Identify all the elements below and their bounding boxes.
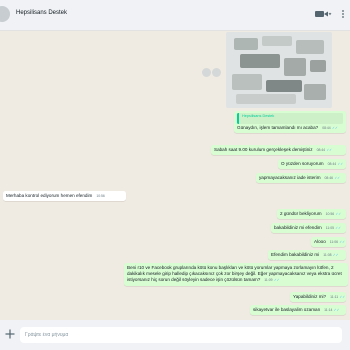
read-receipt-icon: ✓✓ [335,226,341,230]
message-list[interactable]: Hepsilisans Destek Günaydın, işlem tamam… [0,31,350,320]
read-receipt-icon: ✓✓ [326,148,333,152]
message-bubble[interactable]: Beni r10 ve Facebook gruplarında kötü ko… [124,263,348,286]
composer-bar [0,320,350,350]
contact-avatar[interactable] [0,6,10,22]
message-time: 08:44 [327,162,337,166]
message-time: 08:44 [316,148,326,152]
plus-icon[interactable] [4,328,16,340]
read-receipt-icon: ✓✓ [339,295,346,299]
message-text: Merhaba kontrol ediyorum hemen efendim [6,193,93,198]
message-time: 11:11 [330,295,339,299]
message-time: 11:08 [323,253,332,257]
message-bubble[interactable]: O yüzden soruyorum 08:44 ✓✓ [278,159,346,170]
read-receipt-icon: ✓✓ [334,176,340,180]
quoted-preview [242,119,340,123]
message-input[interactable] [20,327,342,343]
message-bubble[interactable]: sikayetvar ile baslayalim ozaman 11:14 ✓✓ [250,305,346,316]
read-receipt-icon: ✓✓ [339,240,345,244]
image-message[interactable] [226,32,332,108]
message-bubble[interactable]: Merhaba kontrol ediyorum hemen efendim 10… [3,191,126,202]
message-text: Alooo [314,239,326,244]
message-time: 11:14 [324,308,333,312]
message-text: Efendim bakabildiniz mi [271,252,320,257]
message-text: 2 gündür bekliyorum [280,211,322,216]
download-icon[interactable] [212,68,221,77]
message-bubble[interactable]: yapmayacaksanız iade isterim 08:46 ✓✓ [256,173,346,184]
message-bubble[interactable]: bakabildiniz mi efendim 11:05 ✓✓ [271,223,346,234]
menu-icon[interactable] [339,8,347,20]
read-receipt-icon: ✓✓ [333,308,340,312]
message-text: O yüzden soruyorum [281,161,324,166]
read-receipt-icon: ✓✓ [273,278,280,283]
message-bubble[interactable]: Sabah saat 9.00 kurulum gerçekleşek demi… [211,145,346,156]
read-receipt-icon: ✓✓ [331,126,338,130]
message-time: 08:46 [324,176,334,180]
read-receipt-icon: ✓✓ [337,162,344,166]
video-call-icon[interactable] [314,8,332,20]
chat-header: Hepsilisans Destek [0,0,350,31]
message-time: 10:56 [325,212,335,216]
message-text: Günaydın, işlem tamamlandı mı acaba? [237,125,319,130]
message-bubble[interactable]: Efendim bakabildiniz mi 11:08 ✓✓ [268,250,346,261]
message-time: 11:05 [325,226,334,230]
read-receipt-icon: ✓✓ [332,253,339,257]
message-time: 11:09 [264,278,273,283]
message-text: bakabildiniz mi efendim [274,225,322,230]
quoted-message[interactable]: Hepsilisans Destek [237,113,343,124]
message-text: yapmayacaksanız iade isterim [259,175,321,180]
message-time: 11:06 [329,240,338,244]
forward-icon[interactable] [202,68,211,77]
message-text: Sabah saat 9.00 kurulum gerçekleşek demi… [214,147,313,152]
message-text: Yapabildiniz mi? [293,294,327,299]
message-bubble[interactable]: Hepsilisans Destek Günaydın, işlem tamam… [234,111,346,134]
message-bubble[interactable]: 2 gündür bekliyorum 10:56 ✓✓ [277,209,346,220]
message-text: Beni r10 ve Facebook gruplarında kötü ko… [127,265,342,283]
message-time: 10:56 [96,194,105,198]
message-text: sikayetvar ile baslayalim ozaman [253,307,321,312]
message-time: 08:44 [322,126,331,130]
message-bubble[interactable]: Alooo 11:06 ✓✓ [311,237,346,248]
message-bubble[interactable]: Yapabildiniz mi? 11:11 ✓✓ [290,292,346,303]
read-receipt-icon: ✓✓ [335,212,342,216]
contact-name[interactable]: Hepsilisans Destek [16,10,67,16]
